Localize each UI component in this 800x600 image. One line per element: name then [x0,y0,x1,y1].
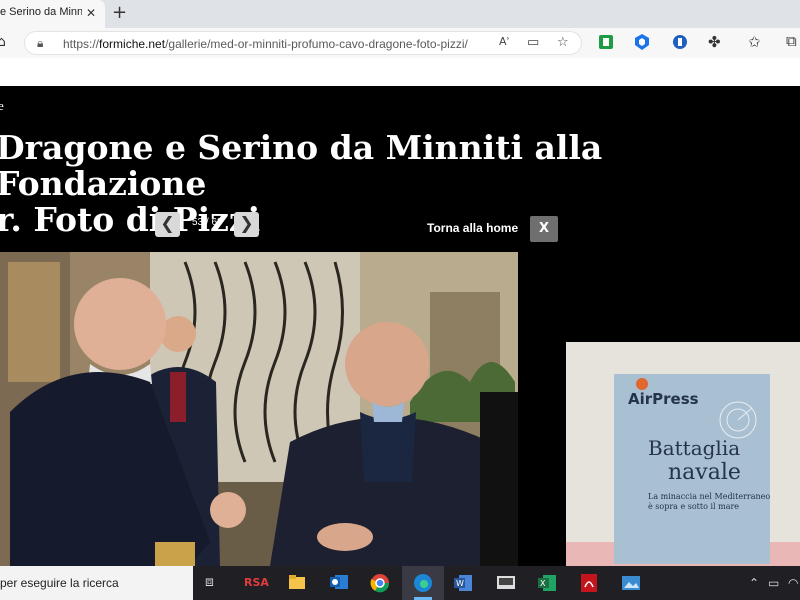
read-aloud-icon[interactable]: Aʾ [499,35,510,48]
excel-icon[interactable]: X [537,574,557,592]
ad-title-line-1: Battaglia [648,436,741,460]
photos-icon[interactable] [621,574,641,592]
photo-illustration [0,252,518,566]
lock-icon[interactable]: 🔒︎ [37,36,43,51]
page-top-band [0,58,800,86]
gallery-title-line-1: Dragone e Serino da Minniti alla Fondazi… [0,128,603,203]
gallery-photo[interactable] [0,252,518,566]
collections-icon[interactable]: ⧉ [786,32,797,50]
media-app-icon[interactable] [496,574,516,592]
browser-toolbar: ⌂ 🔒︎ https://formiche.net/gallerie/med-o… [0,28,800,58]
url-prefix: https:// [63,37,100,51]
acrobat-icon[interactable] [580,573,598,593]
address-bar[interactable]: 🔒︎ https://formiche.net/gallerie/med-or-… [24,31,582,55]
taskbar-search-box[interactable]: per eseguire la ricerca [0,566,193,600]
url-text[interactable]: https://formiche.net/gallerie/med-or-min… [63,37,468,51]
browser-tab[interactable]: e Serino da Minniti ✕ [0,0,105,28]
gallery-overlay: e Dragone e Serino da Minniti alla Fonda… [0,86,800,566]
edge-taskbar-active[interactable] [402,566,444,600]
word-icon[interactable]: W [453,574,473,592]
next-photo-button[interactable]: ❯ [234,212,259,237]
outlook-icon[interactable] [329,573,349,591]
ad-brand: AirPress [628,390,699,408]
tab-close-icon[interactable]: ✕ [86,6,96,20]
ad-title-line-2: navale [668,460,741,485]
magazine-ad[interactable]: AirPress Battaglia navale La minaccia ne… [566,342,800,566]
favorites-icon[interactable]: ✩ [748,33,761,51]
tab-title: e Serino da Minniti [0,6,82,18]
ad-subtitle-line-1: La minaccia nel Mediterraneo [648,492,771,501]
tray-overflow-icon[interactable]: ⌃ [749,576,759,590]
file-explorer-icon[interactable] [288,574,306,590]
taskbar-search-placeholder: per eseguire la ricerca [0,576,119,590]
immersive-reader-icon[interactable]: ▭ [527,35,539,50]
gallery-title-line-2: r. Foto di Pizzi [0,200,261,239]
chrome-icon[interactable] [370,573,390,593]
edge-icon [414,574,432,592]
url-domain: formiche.net [99,37,166,51]
extensions-puzzle-icon[interactable]: ✤ [708,33,721,51]
network-icon[interactable]: ◠ [788,576,798,590]
new-tab-button[interactable]: + [112,2,127,23]
rsa-icon[interactable]: RSA [244,576,269,589]
extension-green-icon[interactable] [598,34,614,50]
ad-subtitle-line-2: è sopra e sotto il mare [648,502,740,511]
tab-strip: e Serino da Minniti ✕ + [0,0,800,28]
back-to-home-link[interactable]: Torna alla home [427,221,518,235]
home-icon[interactable]: ⌂ [0,34,6,50]
extension-shield-icon[interactable] [634,33,650,51]
svg-text:X: X [540,579,546,588]
extension-s-icon[interactable] [672,33,688,51]
battery-icon[interactable]: ▭ [768,576,779,590]
brand-logo-fragment[interactable]: e [0,98,4,114]
windows-taskbar: per eseguire la ricerca ⧈ RSA W X ⌃ ▭ ◠ [0,566,800,600]
close-gallery-button[interactable]: X [530,216,558,242]
gallery-title: Dragone e Serino da Minniti alla Fondazi… [0,130,800,238]
previous-photo-button[interactable]: ❮ [155,212,180,237]
svg-text:W: W [456,579,464,588]
url-path: /gallerie/med-or-minniti-profumo-cavo-dr… [165,37,468,51]
task-view-icon[interactable]: ⧈ [205,574,214,590]
favorite-add-icon[interactable]: ☆ [557,35,569,50]
photo-counter: 53 / 69 [192,217,223,228]
